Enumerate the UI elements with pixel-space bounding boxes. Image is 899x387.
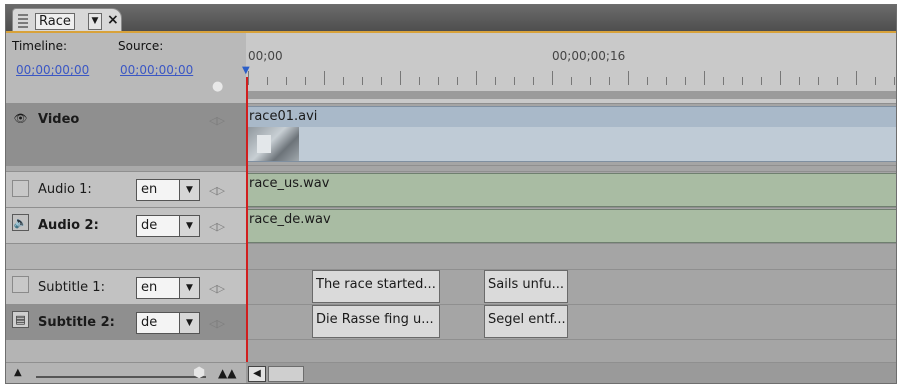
work-area-bar[interactable] — [246, 91, 896, 99]
clip-name: race01.avi — [249, 109, 318, 124]
track-gap-lane — [246, 243, 896, 269]
subtitle-text: The race started... — [316, 277, 436, 292]
tab-menu-button[interactable]: ▼ — [88, 13, 102, 30]
track-lane-audio-1[interactable]: race_us.wav — [246, 171, 896, 207]
subtitle-icon[interactable]: ▤ — [12, 311, 29, 328]
track-lane-audio-2[interactable]: race_de.wav — [246, 207, 896, 243]
tab-race[interactable]: Race ▼ × — [12, 8, 122, 32]
scroll-left-button[interactable]: ◀ — [248, 366, 266, 382]
timecode-header: Timeline: Source: 00;00;00;00 00;00;00;0… — [6, 33, 246, 103]
keyframe-nav-icon[interactable]: ◁▷ — [209, 114, 225, 127]
subtitle-clip[interactable]: The race started... — [312, 270, 440, 303]
language-select[interactable]: de ▼ — [136, 215, 200, 237]
zoom-control: ▲ ⬢ ▲▲ — [6, 362, 246, 383]
timeline-timecode[interactable]: 00;00;00;00 — [16, 63, 89, 77]
source-timecode[interactable]: 00;00;00;00 — [120, 63, 193, 77]
language-value: en — [141, 182, 158, 197]
track-header-audio-2[interactable]: 🔈 Audio 2: de ▼ ◁▷ — [6, 207, 246, 243]
chevron-down-icon[interactable]: ▼ — [179, 313, 199, 333]
horizontal-scrollbar[interactable]: ◀ — [246, 362, 896, 383]
track-toggle[interactable] — [12, 180, 29, 197]
track-header-subtitle-2[interactable]: ▤ Subtitle 2: de ▼ ◁▷ — [6, 304, 246, 339]
language-value: de — [141, 218, 158, 233]
keyframe-nav-icon[interactable]: ◁▷ — [209, 282, 225, 295]
track-lane-video[interactable]: race01.avi — [246, 103, 896, 165]
track-gap-lane — [246, 339, 896, 362]
tab-title[interactable]: Race — [35, 13, 75, 30]
clip-name: race_us.wav — [249, 176, 330, 191]
language-select[interactable]: en ▼ — [136, 179, 200, 201]
chevron-down-icon[interactable]: ▼ — [179, 278, 199, 298]
track-gap — [6, 339, 246, 362]
playhead[interactable] — [246, 77, 248, 362]
source-label: Source: — [118, 39, 164, 53]
subtitle-text: Die Rasse fing u... — [316, 312, 434, 327]
clip-header — [247, 107, 896, 127]
track-name: Video — [38, 112, 80, 127]
timeline-label: Timeline: — [12, 39, 68, 53]
track-name: Audio 1: — [38, 182, 92, 197]
track-lane-subtitle-2[interactable]: Die Rasse fing u... Segel entf... — [246, 304, 896, 339]
chevron-down-icon[interactable]: ▼ — [179, 216, 199, 236]
close-icon[interactable]: × — [107, 12, 119, 28]
zoom-slider-track[interactable] — [36, 376, 206, 378]
clip-audio-2[interactable]: race_de.wav — [246, 209, 896, 243]
language-value: en — [141, 280, 158, 295]
track-name: Subtitle 2: — [38, 315, 115, 330]
language-select[interactable]: en ▼ — [136, 277, 200, 299]
zoom-slider-thumb[interactable]: ⬢ — [193, 365, 205, 381]
language-value: de — [141, 315, 158, 330]
zoom-in-icon[interactable]: ▲▲ — [218, 366, 236, 380]
track-toggle[interactable] — [12, 276, 29, 293]
track-name: Subtitle 1: — [38, 280, 105, 295]
clip-name: race_de.wav — [249, 212, 331, 227]
grip-icon[interactable] — [18, 14, 28, 28]
track-header-video[interactable]: 👁 Video ◁▷ — [6, 103, 246, 165]
language-select[interactable]: de ▼ — [136, 312, 200, 334]
subtitle-clip[interactable]: Segel entf... — [484, 305, 568, 338]
track-gap — [6, 243, 246, 269]
eye-icon[interactable]: 👁 — [12, 110, 29, 127]
ruler-mid-time: 00;00;00;16 — [552, 49, 626, 63]
track-header-audio-1[interactable]: Audio 1: en ▼ ◁▷ — [6, 171, 246, 207]
clip-video[interactable]: race01.avi — [246, 106, 896, 162]
subtitle-text: Segel entf... — [488, 312, 566, 327]
subtitle-clip[interactable]: Die Rasse fing u... — [312, 305, 440, 338]
scrollbar-thumb[interactable] — [268, 366, 304, 382]
time-ruler[interactable]: 00;00 00;00;00;16 — [246, 33, 896, 103]
ruler-start-time: 00;00 — [248, 49, 283, 63]
add-marker-icon[interactable]: ● — [212, 79, 223, 94]
keyframe-nav-icon[interactable]: ◁▷ — [209, 220, 225, 233]
speaker-icon[interactable]: 🔈 — [12, 214, 29, 231]
keyframe-nav-icon[interactable]: ◁▷ — [209, 317, 225, 330]
track-name: Audio 2: — [38, 218, 99, 233]
keyframe-nav-icon[interactable]: ◁▷ — [209, 184, 225, 197]
ruler-ticks — [246, 69, 896, 85]
playhead-marker-icon[interactable]: ▼ — [242, 65, 250, 76]
clip-audio-1[interactable]: race_us.wav — [246, 173, 896, 207]
timeline-panel: Race ▼ × Timeline: Source: 00;00;00;00 0… — [5, 4, 897, 384]
chevron-down-icon[interactable]: ▼ — [179, 180, 199, 200]
panel-tab-strip: Race ▼ × — [6, 5, 896, 32]
zoom-out-icon[interactable]: ▲ — [14, 367, 22, 378]
track-lane-subtitle-1[interactable]: The race started... Sails unfu... — [246, 269, 896, 304]
clip-thumbnail — [247, 127, 299, 161]
track-header-subtitle-1[interactable]: Subtitle 1: en ▼ ◁▷ — [6, 269, 246, 304]
subtitle-text: Sails unfu... — [488, 277, 565, 292]
subtitle-clip[interactable]: Sails unfu... — [484, 270, 568, 303]
